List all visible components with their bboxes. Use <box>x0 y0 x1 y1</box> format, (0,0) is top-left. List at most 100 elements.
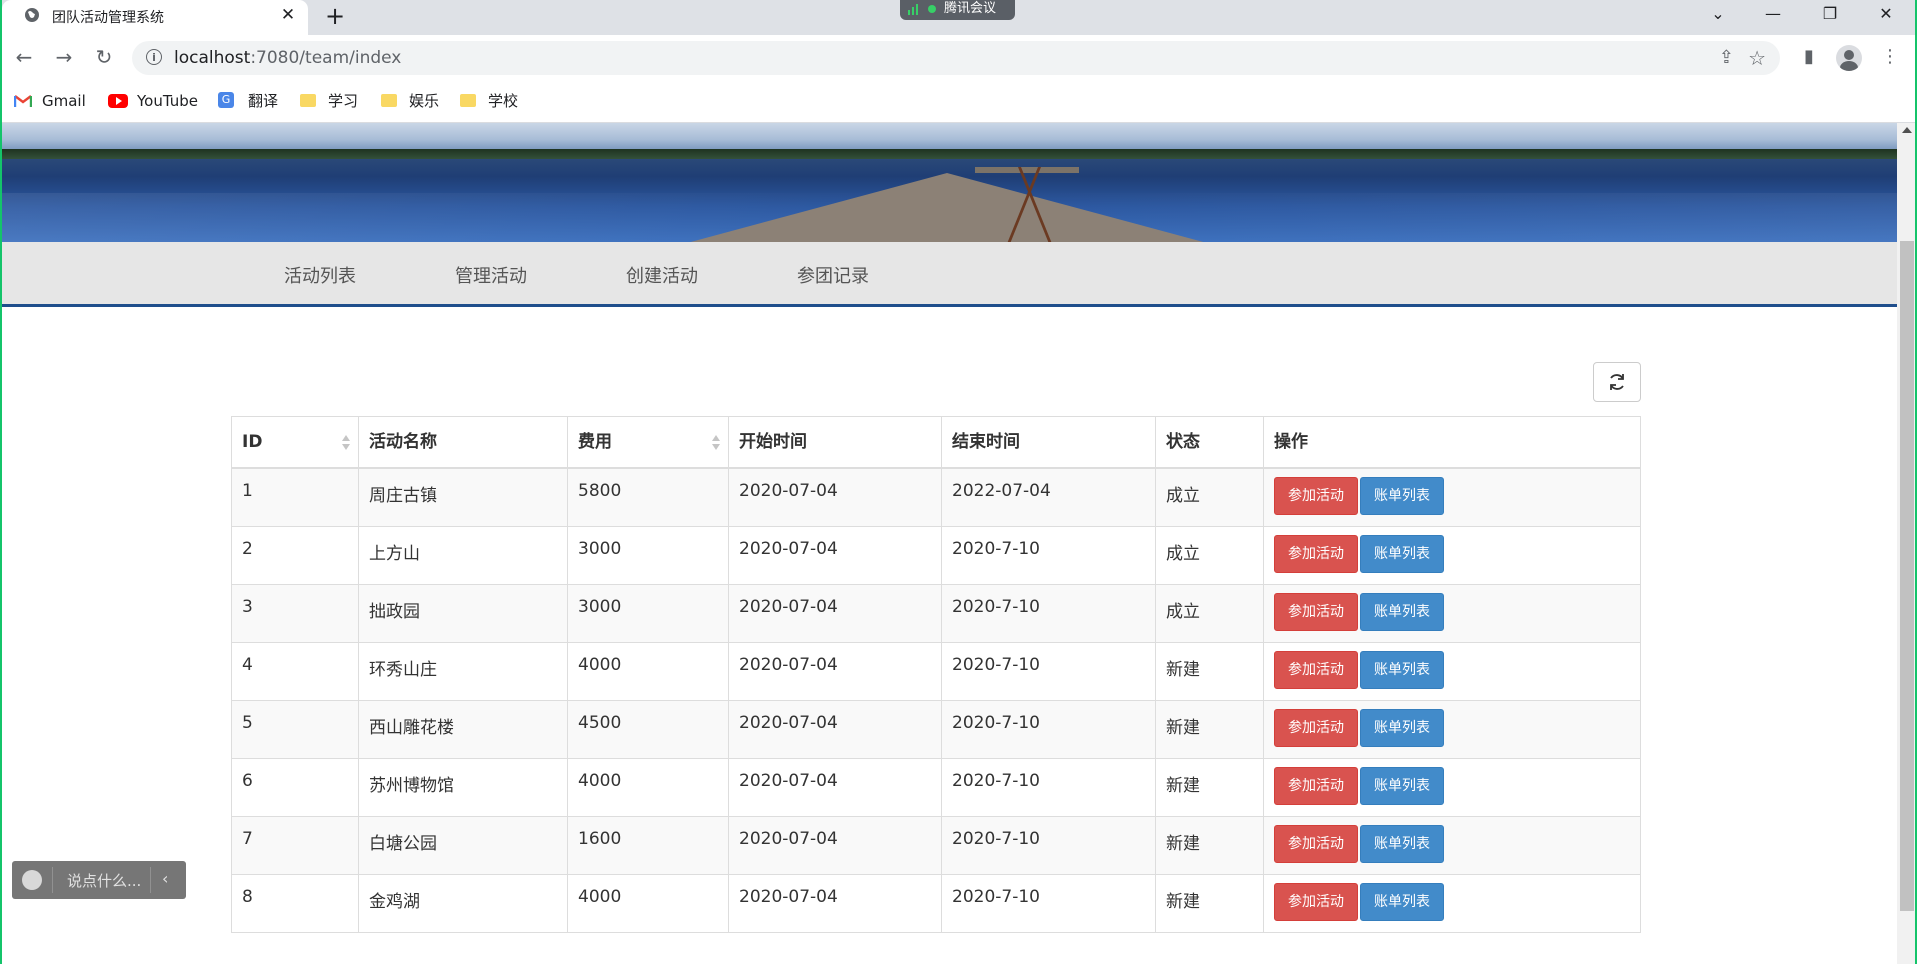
cell-name: 白塘公园 <box>358 815 568 874</box>
page-scrollbar[interactable] <box>1897 123 1917 964</box>
bookmark-label: 学习 <box>328 92 359 110</box>
status-dot-icon <box>928 5 936 13</box>
bill-list-button[interactable]: 账单列表 <box>1360 766 1444 805</box>
menu-icon[interactable]: ⋮ <box>1876 43 1904 71</box>
bill-list-button[interactable]: 账单列表 <box>1360 708 1444 747</box>
cell-actions: 参加活动 账单列表 <box>1263 699 1641 758</box>
minimize-button[interactable]: — <box>1745 0 1801 28</box>
share-icon[interactable]: ⇪ <box>1719 47 1734 68</box>
cell-start: 2020-07-04 <box>728 467 942 526</box>
bookmark-label: Gmail <box>42 92 86 110</box>
cell-start: 2020-07-04 <box>728 525 942 584</box>
cell-id: 8 <box>231 873 359 932</box>
forward-icon[interactable]: → <box>50 43 78 71</box>
join-activity-button[interactable]: 参加活动 <box>1274 766 1358 805</box>
table-row: 5 西山雕花楼 4500 2020-07-04 2020-7-10 新建 参加活动 账单列表 <box>231 699 1641 758</box>
cell-status: 成立 <box>1155 467 1264 526</box>
bookmark-label: 翻译 <box>248 92 279 110</box>
bill-list-button[interactable]: 账单列表 <box>1360 477 1444 515</box>
profile-avatar[interactable] <box>1836 45 1862 71</box>
join-activity-button[interactable]: 参加活动 <box>1274 477 1358 515</box>
cell-fee: 1600 <box>567 815 729 874</box>
site-info-icon[interactable]: i <box>146 49 162 65</box>
cell-status: 新建 <box>1155 815 1264 874</box>
join-activity-button[interactable]: 参加活动 <box>1274 708 1358 747</box>
reload-icon[interactable]: ↻ <box>90 43 118 71</box>
refresh-button[interactable] <box>1593 362 1641 402</box>
cell-name: 周庄古镇 <box>358 467 568 526</box>
bookmark-star-icon[interactable]: ☆ <box>1748 46 1766 70</box>
cell-name: 苏州博物馆 <box>358 757 568 816</box>
url-host: localhost <box>174 48 251 68</box>
meeting-indicator[interactable]: 腾讯会议 <box>900 0 1015 20</box>
page-content: 活动列表 管理活动 创建活动 参团记录 ID 活动名称 费用 开始时间 结束时间… <box>0 123 1897 964</box>
scrollbar-thumb[interactable] <box>1900 241 1914 911</box>
emoji-icon[interactable] <box>22 870 42 890</box>
nav-activity-list[interactable]: 活动列表 <box>284 262 356 288</box>
browser-tab-strip: 团队活动管理系统 ✕ + 腾讯会议 ⌄ — ❐ ✕ <box>0 0 1917 35</box>
cell-end: 2020-7-10 <box>941 583 1156 642</box>
chat-input-placeholder[interactable]: 说点什么... <box>67 870 141 891</box>
col-header-id[interactable]: ID <box>231 416 359 469</box>
cell-actions: 参加活动 账单列表 <box>1263 467 1641 526</box>
collapse-chevron-icon[interactable]: ‹ <box>162 869 168 888</box>
cell-id: 4 <box>231 641 359 700</box>
table-row: 1 周庄古镇 5800 2020-07-04 2022-07-04 成立 参加活动 账单列表 <box>231 467 1641 526</box>
browser-tab[interactable]: 团队活动管理系统 ✕ <box>2 0 308 35</box>
cell-status: 新建 <box>1155 873 1264 932</box>
url-text[interactable]: localhost:7080/team/index <box>174 48 401 68</box>
youtube-icon <box>108 94 128 108</box>
cell-fee: 4000 <box>567 873 729 932</box>
avatar-body <box>1840 61 1858 71</box>
new-tab-button[interactable]: + <box>322 3 348 29</box>
sort-icon[interactable] <box>342 435 350 451</box>
table-row: 8 金鸡湖 4000 2020-07-04 2020-7-10 新建 参加活动 账单列表 <box>231 873 1641 932</box>
cell-end: 2020-7-10 <box>941 757 1156 816</box>
avatar-head <box>1844 50 1854 60</box>
col-header-start: 开始时间 <box>728 416 942 469</box>
bill-list-button[interactable]: 账单列表 <box>1360 882 1444 921</box>
address-bar[interactable]: i localhost:7080/team/index ⇪ ☆ <box>132 41 1780 75</box>
cell-actions: 参加活动 账单列表 <box>1263 815 1641 874</box>
join-activity-button[interactable]: 参加活动 <box>1274 592 1358 631</box>
chat-divider <box>150 867 151 893</box>
table-row: 3 拙政园 3000 2020-07-04 2020-7-10 成立 参加活动 账单列表 <box>231 583 1641 642</box>
tab-search-icon[interactable]: ⌄ <box>1690 0 1746 28</box>
activity-table: ID 活动名称 费用 开始时间 结束时间 状态 操作 1 周庄古镇 5800 2020… <box>231 416 1641 933</box>
scroll-up-icon[interactable] <box>1902 127 1912 133</box>
bill-list-button[interactable]: 账单列表 <box>1360 534 1444 573</box>
nav-create-activity[interactable]: 创建活动 <box>626 262 698 288</box>
folder-icon <box>300 94 316 107</box>
cell-end: 2022-07-04 <box>941 467 1156 526</box>
bill-list-button[interactable]: 账单列表 <box>1360 824 1444 863</box>
cell-fee: 4000 <box>567 757 729 816</box>
nav-join-records[interactable]: 参团记录 <box>797 262 869 288</box>
side-panel-icon[interactable]: ▮ <box>1795 43 1823 71</box>
globe-icon <box>25 8 39 22</box>
banner-pier <box>687 173 1207 242</box>
col-header-fee[interactable]: 费用 <box>567 416 729 469</box>
back-icon[interactable]: ← <box>10 43 38 71</box>
close-window-button[interactable]: ✕ <box>1858 0 1914 28</box>
cell-end: 2020-7-10 <box>941 815 1156 874</box>
restore-button[interactable]: ❐ <box>1802 0 1858 28</box>
cell-actions: 参加活动 账单列表 <box>1263 641 1641 700</box>
cell-status: 新建 <box>1155 699 1264 758</box>
gmail-icon <box>14 95 32 107</box>
banner-shoreline <box>0 149 1897 159</box>
tab-close-icon[interactable]: ✕ <box>278 5 298 25</box>
cell-status: 新建 <box>1155 757 1264 816</box>
banner-pier-end <box>975 167 1079 173</box>
chat-widget[interactable]: 说点什么... ‹ <box>12 861 186 899</box>
join-activity-button[interactable]: 参加活动 <box>1274 882 1358 921</box>
sort-icon[interactable] <box>712 435 720 451</box>
join-activity-button[interactable]: 参加活动 <box>1274 650 1358 689</box>
cell-end: 2020-7-10 <box>941 641 1156 700</box>
bill-list-button[interactable]: 账单列表 <box>1360 592 1444 631</box>
join-activity-button[interactable]: 参加活动 <box>1274 824 1358 863</box>
refresh-icon <box>1610 374 1624 390</box>
bill-list-button[interactable]: 账单列表 <box>1360 650 1444 689</box>
join-activity-button[interactable]: 参加活动 <box>1274 534 1358 573</box>
nav-manage-activity[interactable]: 管理活动 <box>455 262 527 288</box>
cell-id: 1 <box>231 467 359 526</box>
